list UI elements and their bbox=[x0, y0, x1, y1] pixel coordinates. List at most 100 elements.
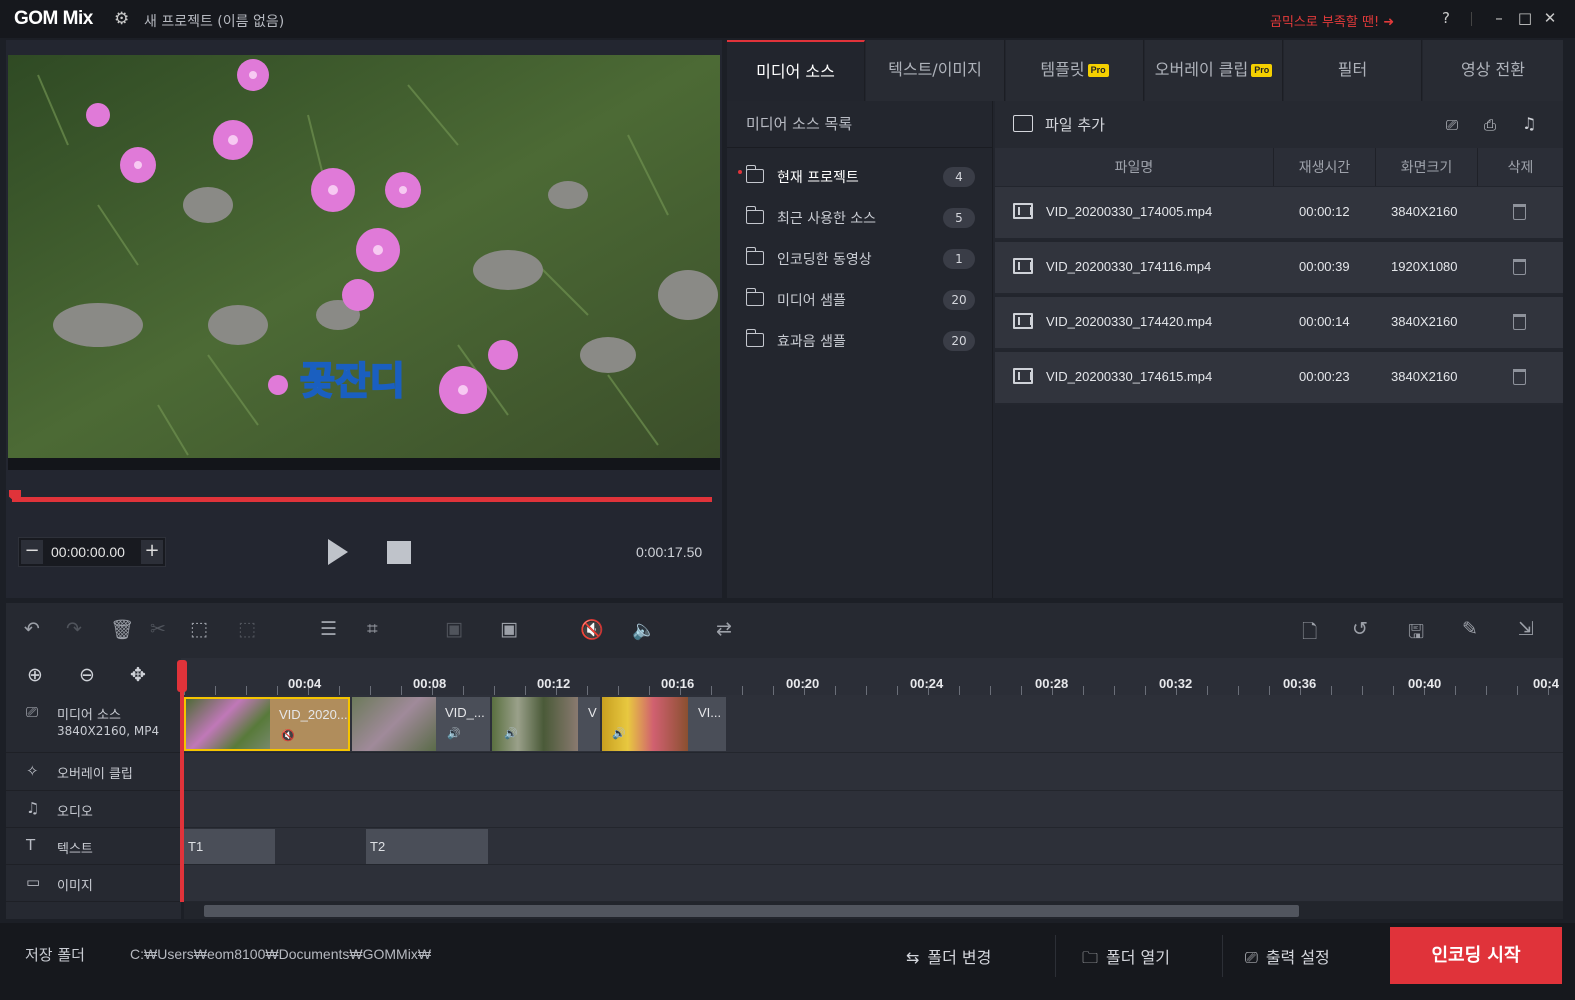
speaker-icon[interactable]: 🔊 bbox=[612, 727, 626, 740]
clip-name: VID_2020... bbox=[279, 707, 348, 722]
promo-link[interactable]: 곰믹스로 부족할 땐! ➜ bbox=[1270, 11, 1394, 30]
tab-media-source[interactable]: 미디어 소스 bbox=[727, 40, 865, 101]
current-time[interactable]: 00:00:00.00 bbox=[51, 544, 125, 560]
clip-thumbnail bbox=[352, 697, 436, 751]
trash-icon[interactable] bbox=[1513, 314, 1526, 330]
play-button[interactable] bbox=[328, 539, 348, 565]
scrollbar-thumb[interactable] bbox=[204, 905, 1299, 917]
stop-button[interactable] bbox=[387, 541, 411, 564]
image-right-icon[interactable]: ▣ bbox=[500, 618, 518, 640]
deselect-icon[interactable]: ⬚ bbox=[238, 618, 256, 640]
timeline-clip[interactable]: VID_... 🔊 bbox=[352, 697, 490, 751]
tab-template[interactable]: 템플릿 Pro bbox=[1006, 40, 1144, 101]
project-title: 새 프로젝트 (이름 없음) bbox=[144, 14, 285, 30]
table-row[interactable]: VID_20200330_174005.mp4 00:00:12 3840X2160 bbox=[995, 187, 1563, 240]
mute-icon[interactable]: 🔇 bbox=[580, 618, 604, 641]
open-folder-button[interactable]: 🗀 폴더 열기 bbox=[1082, 944, 1170, 974]
help-button[interactable]: ? bbox=[1437, 9, 1455, 27]
save-as-icon[interactable]: ✎ bbox=[1462, 618, 1478, 640]
source-item-sound-samples[interactable]: 효과음 샘플 20 bbox=[740, 327, 980, 357]
film-icon bbox=[1013, 368, 1033, 384]
film-icon bbox=[1013, 313, 1033, 329]
add-video-icon[interactable]: ⎚ bbox=[1446, 116, 1458, 134]
output-settings-button[interactable]: ⎚ 출력 설정 bbox=[1245, 944, 1330, 968]
delete-icon[interactable]: 🗑 bbox=[110, 618, 134, 641]
source-item-encoded[interactable]: 인코딩한 동영상 1 bbox=[740, 245, 980, 275]
redo-icon[interactable]: ↷ bbox=[66, 618, 82, 640]
add-audio-icon[interactable]: ♫ bbox=[1522, 114, 1536, 133]
adjust-icon[interactable]: ☰ bbox=[320, 618, 337, 640]
encode-start-button[interactable]: 인코딩 시작 bbox=[1390, 927, 1562, 984]
image-left-icon[interactable]: ▣ bbox=[445, 618, 463, 640]
text-clip[interactable]: T1 bbox=[184, 829, 275, 864]
open-project-icon[interactable]: ↺ bbox=[1352, 618, 1368, 640]
screen-swap-icon[interactable]: ⇄ bbox=[716, 618, 732, 640]
col-filename[interactable]: 파일명 bbox=[995, 157, 1273, 177]
minimize-icon[interactable]: – bbox=[1490, 9, 1508, 27]
mute-icon[interactable]: 🔇 bbox=[281, 729, 295, 742]
col-duration[interactable]: 재생시간 bbox=[1274, 157, 1375, 177]
close-icon[interactable]: ✕ bbox=[1541, 9, 1559, 27]
source-item-count: 4 bbox=[943, 167, 975, 187]
table-row[interactable]: VID_20200330_174116.mp4 00:00:39 1920X1080 bbox=[995, 242, 1563, 295]
add-image-icon[interactable]: ⎙ bbox=[1484, 116, 1496, 134]
tab-label: 오버레이 클립 bbox=[1154, 60, 1249, 79]
trash-icon[interactable] bbox=[1513, 259, 1526, 275]
track-audio[interactable] bbox=[184, 791, 1563, 828]
video-preview[interactable]: 꽃잔디 bbox=[8, 55, 720, 458]
export-project-icon[interactable]: ⇲ bbox=[1518, 618, 1534, 640]
select-all-icon[interactable]: ⬚ bbox=[190, 618, 208, 640]
maximize-icon[interactable]: □ bbox=[1516, 9, 1534, 27]
ruler-tick: 00:16 bbox=[661, 676, 695, 691]
new-project-icon[interactable]: 🗋 bbox=[1302, 618, 1317, 650]
source-item-recent[interactable]: 최근 사용한 소스 5 bbox=[740, 204, 980, 234]
source-item-count: 1 bbox=[943, 249, 975, 269]
tab-overlay-clip[interactable]: 오버레이 클립 Pro bbox=[1145, 40, 1283, 101]
table-row[interactable]: VID_20200330_174420.mp4 00:00:14 3840X2160 bbox=[995, 297, 1563, 350]
crop-icon[interactable]: ⌗ bbox=[367, 618, 378, 640]
seek-bar[interactable] bbox=[12, 497, 712, 502]
source-item-count: 5 bbox=[943, 208, 975, 228]
source-item-current-project[interactable]: 현재 프로젝트 4 bbox=[740, 163, 980, 193]
tab-filter[interactable]: 필터 bbox=[1284, 40, 1422, 101]
playhead-handle[interactable] bbox=[177, 660, 187, 692]
time-minus-button[interactable]: − bbox=[21, 540, 43, 564]
playhead[interactable] bbox=[180, 660, 184, 902]
timeline-clip[interactable]: V 🔊 bbox=[492, 697, 600, 751]
time-plus-button[interactable]: + bbox=[141, 540, 163, 564]
speaker-icon[interactable]: 🔊 bbox=[447, 727, 461, 740]
fit-icon[interactable]: ✥ bbox=[130, 664, 146, 686]
file-duration: 00:00:23 bbox=[1299, 369, 1350, 384]
time-stepper[interactable]: − 00:00:00.00 + bbox=[18, 537, 166, 567]
add-file-button[interactable]: 파일 추가 bbox=[1045, 114, 1105, 135]
tab-transition[interactable]: 영상 전환 bbox=[1423, 40, 1563, 101]
source-item-media-samples[interactable]: 미디어 샘플 20 bbox=[740, 286, 980, 316]
undo-icon[interactable]: ↶ bbox=[24, 618, 40, 640]
tab-text-image[interactable]: 텍스트/이미지 bbox=[866, 40, 1005, 101]
speaker-icon[interactable]: 🔊 bbox=[504, 727, 518, 740]
trash-icon[interactable] bbox=[1513, 369, 1526, 385]
timeline-clip[interactable]: VID_2020... 🔇 bbox=[184, 697, 350, 751]
ruler-tick: 00:28 bbox=[1035, 676, 1069, 691]
timeline-clip[interactable]: VI... 🔊 bbox=[602, 697, 726, 751]
add-file-icon[interactable] bbox=[1013, 115, 1033, 132]
text-clip[interactable]: T2 bbox=[366, 829, 488, 864]
track-image[interactable] bbox=[184, 865, 1563, 902]
clip-name: VI... bbox=[698, 705, 722, 720]
audio-detach-icon[interactable]: 🔈 bbox=[632, 618, 656, 641]
change-folder-button[interactable]: ⇆ 폴더 변경 bbox=[906, 944, 991, 968]
footer-divider bbox=[1055, 935, 1056, 977]
folder-icon bbox=[746, 288, 764, 306]
cut-icon[interactable]: ✂ bbox=[150, 618, 166, 640]
zoom-out-icon[interactable]: ⊖ bbox=[79, 664, 95, 686]
source-item-label: 최근 사용한 소스 bbox=[777, 211, 877, 227]
col-resolution[interactable]: 화면크기 bbox=[1376, 157, 1477, 177]
gear-icon[interactable]: ⚙ bbox=[114, 9, 129, 29]
save-project-icon[interactable]: 🖫 bbox=[1408, 618, 1424, 650]
table-row[interactable]: VID_20200330_174615.mp4 00:00:23 3840X2160 bbox=[995, 352, 1563, 405]
ruler-tick: 00:04 bbox=[288, 676, 322, 691]
track-label: 텍스트 bbox=[57, 842, 93, 857]
trash-icon[interactable] bbox=[1513, 204, 1526, 220]
zoom-in-icon[interactable]: ⊕ bbox=[27, 664, 43, 686]
track-overlay[interactable] bbox=[184, 753, 1563, 791]
